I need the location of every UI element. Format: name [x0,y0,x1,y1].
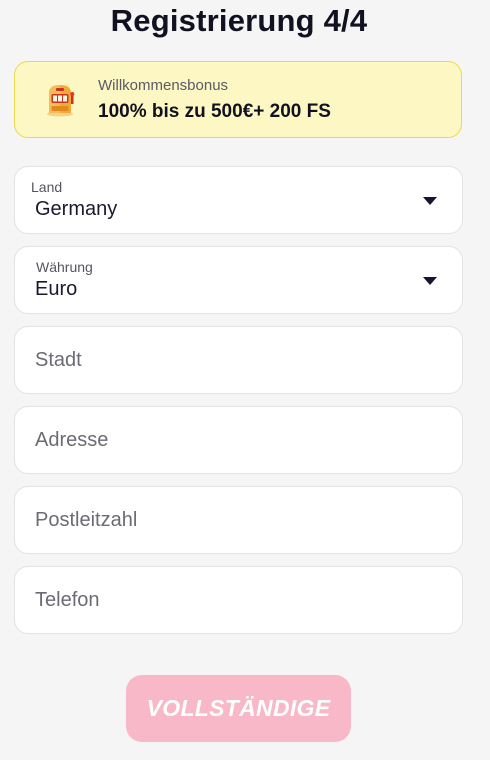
welcome-bonus-banner: Willkommensbonus 100% bis zu 500€+ 200 F… [14,61,462,138]
address-placeholder: Adresse [35,429,109,451]
page-title: Registrierung 4/4 [110,3,368,38]
slot-machine-icon [47,85,75,117]
phone-placeholder: Telefon [35,589,100,611]
currency-value: Euro [35,278,78,300]
phone-input[interactable]: Telefon [14,566,463,634]
country-select[interactable]: Land Germany [14,166,463,234]
submit-button[interactable]: VOLLSTÄNDIGE [126,675,351,742]
country-value: Germany [35,198,118,220]
postcode-input[interactable]: Postleitzahl [14,486,463,554]
bonus-subtitle: Willkommensbonus [98,77,229,94]
currency-select[interactable]: Währung Euro [14,246,463,314]
postcode-placeholder: Postleitzahl [35,509,138,531]
city-placeholder: Stadt [35,349,82,371]
city-input[interactable]: Stadt [14,326,463,394]
country-label: Land [31,179,63,195]
chevron-down-icon [423,197,437,205]
address-input[interactable]: Adresse [14,406,463,474]
chevron-down-icon [423,277,437,285]
bonus-text: 100% bis zu 500€+ 200 FS [98,101,331,122]
currency-label: Währung [36,259,93,275]
